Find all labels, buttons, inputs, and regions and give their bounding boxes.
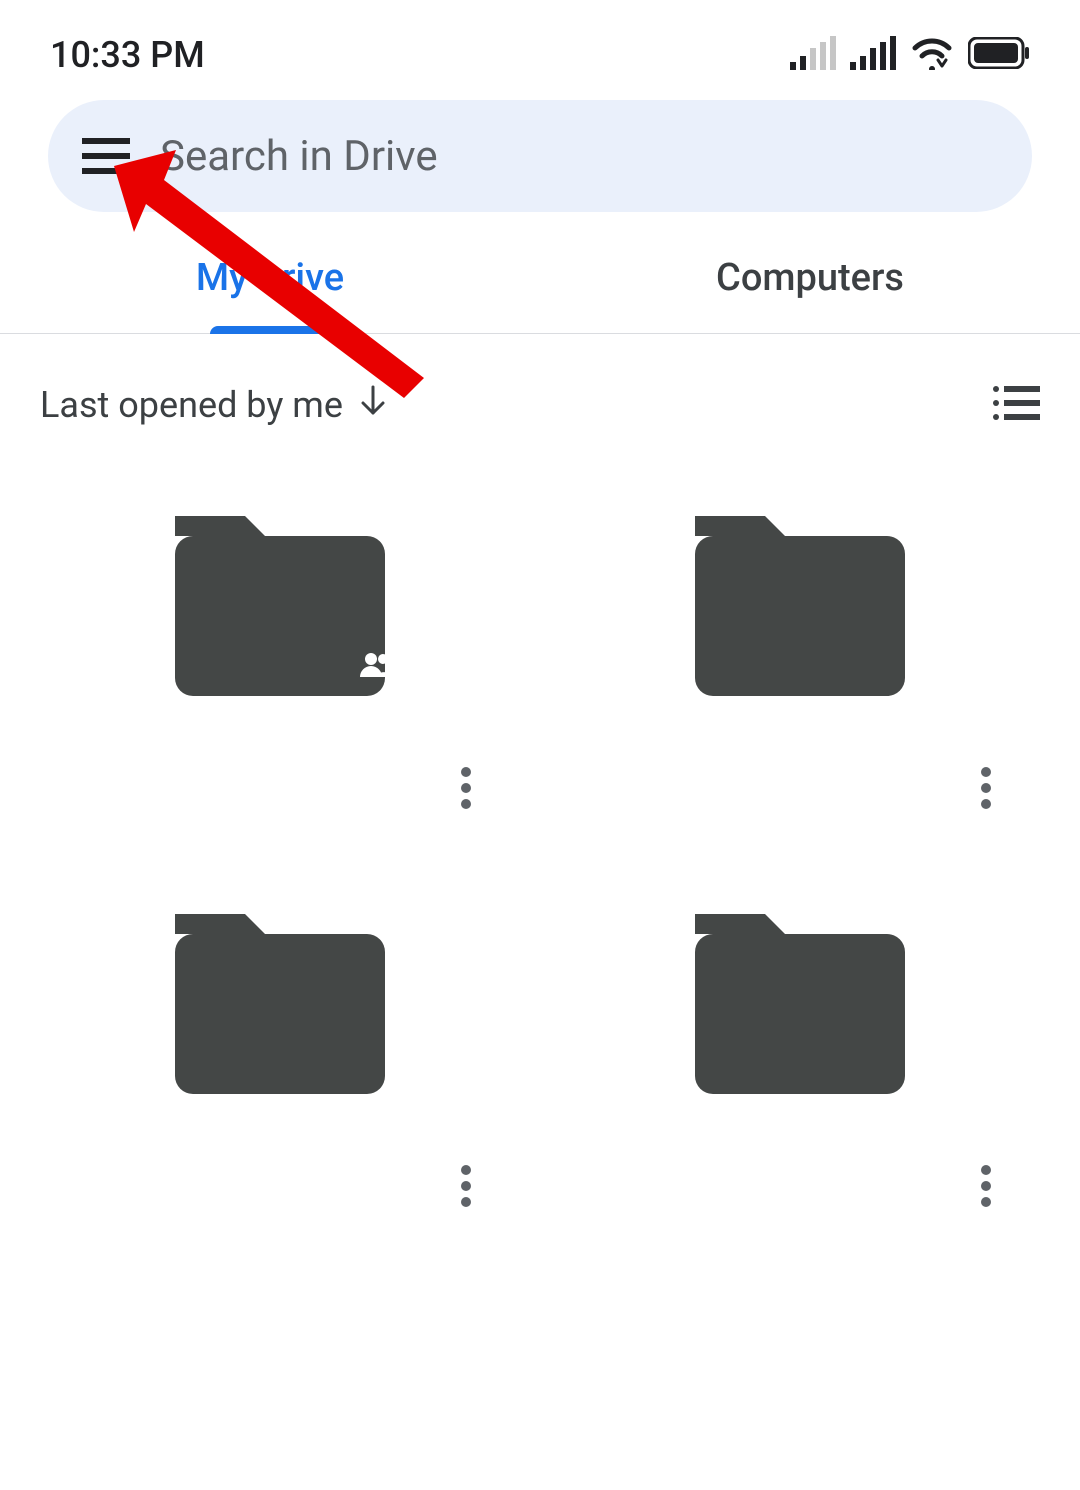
tab-my-drive-label: My Drive <box>196 256 344 300</box>
folder-item[interactable] <box>40 506 520 814</box>
arrow-down-icon <box>359 384 387 426</box>
folder-item[interactable] <box>560 506 1040 814</box>
status-icons <box>790 36 1030 74</box>
sort-row: Last opened by me <box>0 334 1080 446</box>
hamburger-menu-icon[interactable] <box>82 138 130 174</box>
more-options-icon[interactable] <box>980 1164 992 1212</box>
tab-computers-label: Computers <box>716 256 904 300</box>
folder-icon <box>560 904 1040 1134</box>
more-options-icon[interactable] <box>460 766 472 814</box>
search-placeholder: Search in Drive <box>160 132 438 181</box>
folder-grid <box>0 486 1080 1232</box>
folder-item[interactable] <box>560 904 1040 1212</box>
folder-icon <box>40 506 520 736</box>
signal-icon-2 <box>850 36 896 74</box>
sort-label: Last opened by me <box>40 384 343 426</box>
folder-icon <box>40 904 520 1134</box>
search-container: Search in Drive <box>0 90 1080 222</box>
battery-icon <box>968 37 1030 73</box>
signal-icon-1 <box>790 36 836 74</box>
search-bar[interactable]: Search in Drive <box>48 100 1032 212</box>
view-toggle-icon[interactable] <box>992 385 1040 425</box>
wifi-icon <box>910 36 954 74</box>
tab-computers[interactable]: Computers <box>540 222 1080 333</box>
tab-my-drive[interactable]: My Drive <box>0 222 540 333</box>
tabs: My Drive Computers <box>0 222 1080 334</box>
shared-icon <box>358 651 394 681</box>
folder-icon <box>560 506 1040 736</box>
status-time: 10:33 PM <box>50 34 205 76</box>
sort-button[interactable]: Last opened by me <box>40 384 387 426</box>
more-options-icon[interactable] <box>460 1164 472 1212</box>
status-bar: 10:33 PM <box>0 0 1080 90</box>
more-options-icon[interactable] <box>980 766 992 814</box>
folder-item[interactable] <box>40 904 520 1212</box>
